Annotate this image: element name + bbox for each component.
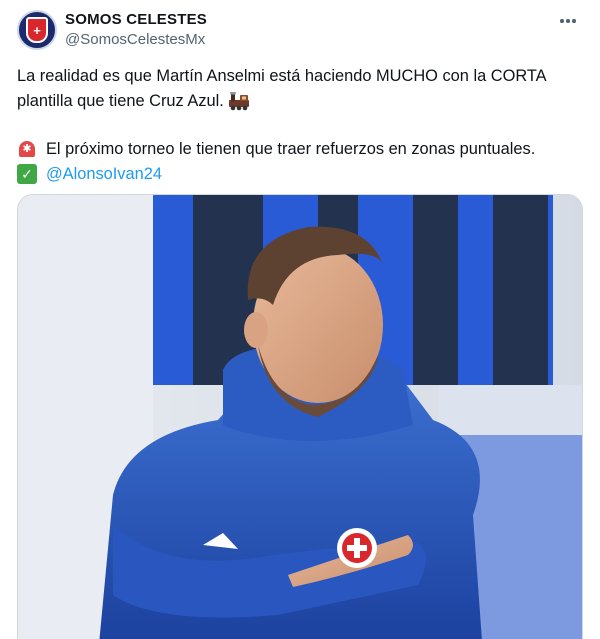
tweet-card[interactable]: + SOMOS CELESTES @SomosCelestesMx La rea… xyxy=(0,0,600,639)
tweet-line: ✱ El próximo torneo le tienen que traer … xyxy=(17,137,586,162)
cruz-azul-crest-icon: + xyxy=(26,17,48,43)
display-name[interactable]: SOMOS CELESTES xyxy=(65,10,207,30)
tweet-photo[interactable] xyxy=(17,194,583,639)
train-icon xyxy=(228,91,250,111)
tweet-line: La realidad es que Martín Anselmi está h… xyxy=(17,64,586,89)
more-options-button[interactable] xyxy=(556,11,580,31)
author-handle[interactable]: @SomosCelestesMx xyxy=(65,30,207,49)
mention-link[interactable]: @AlonsoIvan24 xyxy=(46,162,162,187)
avatar[interactable]: + xyxy=(17,10,57,50)
siren-icon: ✱ xyxy=(17,139,37,159)
check-icon: ✓ xyxy=(17,163,37,184)
more-dots-icon xyxy=(560,19,564,23)
author-names: SOMOS CELESTES @SomosCelestesMx xyxy=(65,10,207,49)
tweet-line: plantilla que tiene Cruz Azul. xyxy=(17,89,586,114)
tweet-header: + SOMOS CELESTES @SomosCelestesMx xyxy=(17,9,584,53)
tweet-text-line-3: El próximo torneo le tienen que traer re… xyxy=(46,140,536,158)
tweet-text-line-1: La realidad es que Martín Anselmi está h… xyxy=(17,67,547,85)
tweet-text-line-2: plantilla que tiene Cruz Azul. xyxy=(17,91,224,110)
tweet-line: ✓ @AlonsoIvan24 xyxy=(17,162,586,187)
photo-coach-in-blue-jacket xyxy=(18,195,582,639)
tweet-text: La realidad es que Martín Anselmi está h… xyxy=(17,64,586,186)
